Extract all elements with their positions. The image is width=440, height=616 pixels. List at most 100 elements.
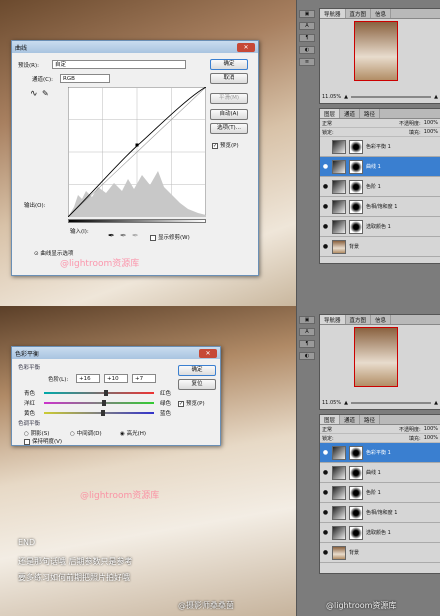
eye-icon[interactable]: ● bbox=[322, 203, 329, 210]
layer-mask-thumbnail[interactable] bbox=[349, 505, 363, 520]
layer-mask-thumbnail[interactable] bbox=[349, 179, 363, 194]
eye-icon[interactable]: ● bbox=[322, 489, 329, 496]
slider-cyan-red[interactable] bbox=[44, 390, 154, 396]
layer-row[interactable]: ● 色彩平衡 1 bbox=[320, 443, 440, 463]
pencil-icon[interactable]: ✎ bbox=[42, 89, 49, 98]
black-eyedropper-icon[interactable]: ✒ bbox=[108, 231, 115, 240]
tab-histogram[interactable]: 直方图 bbox=[345, 9, 372, 18]
zoom-slider[interactable] bbox=[350, 402, 432, 404]
layer-row[interactable]: ● 选取颜色 1 bbox=[320, 217, 440, 237]
layer-mask-thumbnail[interactable] bbox=[349, 139, 363, 154]
level-magenta-green[interactable]: +10 bbox=[104, 374, 128, 383]
opacity-value[interactable]: 100% bbox=[424, 120, 438, 126]
midtones-radio[interactable]: ○ 中间调(D) bbox=[70, 429, 102, 437]
tab-channels[interactable]: 通道 bbox=[340, 415, 361, 424]
layer-mask-thumbnail[interactable] bbox=[349, 525, 363, 540]
zoom-out-icon[interactable]: ▲ bbox=[344, 94, 348, 100]
layer-mask-thumbnail[interactable] bbox=[349, 445, 363, 460]
zoom-value[interactable]: 11.05% bbox=[322, 94, 341, 100]
panel-tool-4[interactable]: ◐ bbox=[299, 46, 315, 54]
auto-button[interactable]: 自动(A) bbox=[210, 109, 248, 120]
panel-tool-2[interactable]: A bbox=[299, 22, 315, 30]
panel-tool-3[interactable]: ¶ bbox=[299, 34, 315, 42]
eye-icon[interactable]: ● bbox=[322, 549, 329, 556]
slider-knob[interactable] bbox=[104, 390, 108, 396]
panel-tool-5[interactable]: ≡ bbox=[299, 58, 315, 66]
navigator-thumbnail[interactable] bbox=[354, 21, 398, 81]
preview-checkbox[interactable]: ✓ 预览(P) bbox=[178, 399, 205, 407]
curve-graph[interactable] bbox=[68, 87, 206, 217]
close-icon[interactable]: ✕ bbox=[237, 42, 255, 52]
blend-mode-select[interactable]: 正常 bbox=[322, 120, 332, 127]
tab-navigator[interactable]: 导航器 bbox=[320, 9, 346, 18]
layer-mask-thumbnail[interactable] bbox=[349, 465, 363, 480]
white-eyedropper-icon[interactable]: ✒ bbox=[132, 231, 139, 240]
tab-info[interactable]: 信息 bbox=[371, 9, 392, 18]
preview-checkbox[interactable]: ✓ 预览(P) bbox=[212, 141, 239, 149]
panel-tool-1[interactable]: ▣ bbox=[299, 316, 315, 324]
layer-row[interactable]: ● 曲线 1 bbox=[320, 463, 440, 483]
ok-button[interactable]: 确定 bbox=[210, 59, 248, 70]
slider-magenta-green[interactable] bbox=[44, 400, 154, 406]
layer-row[interactable]: ● 色阶 1 bbox=[320, 177, 440, 197]
layer-row[interactable]: ● 色相/饱和度 1 bbox=[320, 197, 440, 217]
layer-row[interactable]: ● 色阶 1 bbox=[320, 483, 440, 503]
eye-icon[interactable]: ● bbox=[322, 469, 329, 476]
slider-yellow-blue[interactable] bbox=[44, 410, 154, 416]
preset-select[interactable]: 自定 bbox=[52, 60, 186, 69]
eye-icon[interactable]: ● bbox=[322, 529, 329, 536]
level-cyan-red[interactable]: +16 bbox=[76, 374, 100, 383]
tab-paths[interactable]: 路径 bbox=[360, 109, 381, 118]
tab-paths[interactable]: 路径 bbox=[360, 415, 381, 424]
opacity-value[interactable]: 100% bbox=[424, 426, 438, 432]
eye-icon[interactable] bbox=[322, 143, 329, 150]
zoom-out-icon[interactable]: ▲ bbox=[344, 400, 348, 406]
layer-row[interactable]: ● 选取颜色 1 bbox=[320, 523, 440, 543]
eye-icon[interactable]: ● bbox=[322, 223, 329, 230]
layer-mask-thumbnail[interactable] bbox=[349, 199, 363, 214]
preserve-luminosity-checkbox[interactable]: 保持明度(V) bbox=[24, 437, 62, 445]
options-button[interactable]: 选项(T)... bbox=[210, 123, 248, 134]
tab-info[interactable]: 信息 bbox=[371, 315, 392, 324]
panel-tool-2[interactable]: A bbox=[299, 328, 315, 336]
zoom-slider[interactable] bbox=[350, 96, 432, 98]
layer-mask-thumbnail[interactable] bbox=[349, 485, 363, 500]
eye-icon[interactable]: ● bbox=[322, 243, 329, 250]
shadows-radio[interactable]: ○ 阴影(S) bbox=[24, 429, 49, 437]
tab-channels[interactable]: 通道 bbox=[340, 109, 361, 118]
layer-row[interactable]: ● 曲线 1 bbox=[320, 157, 440, 177]
reset-button[interactable]: 复位 bbox=[178, 379, 216, 390]
panel-tool-3[interactable]: ¶ bbox=[299, 340, 315, 348]
channel-select[interactable]: RGB bbox=[60, 74, 110, 83]
layer-row[interactable]: ● 色相/饱和度 1 bbox=[320, 503, 440, 523]
show-clipping-checkbox[interactable]: 显示修剪(W) bbox=[150, 233, 190, 241]
level-yellow-blue[interactable]: +7 bbox=[132, 374, 156, 383]
layer-row[interactable]: ● 背景 bbox=[320, 237, 440, 257]
eye-icon[interactable]: ● bbox=[322, 163, 329, 170]
fill-value[interactable]: 100% bbox=[424, 129, 438, 135]
cancel-button[interactable]: 取消 bbox=[210, 73, 248, 84]
eye-icon[interactable]: ● bbox=[322, 183, 329, 190]
panel-tool-1[interactable]: ▣ bbox=[299, 10, 315, 18]
layer-mask-thumbnail[interactable] bbox=[349, 219, 363, 234]
eye-icon[interactable]: ● bbox=[322, 509, 329, 516]
slider-knob[interactable] bbox=[102, 400, 106, 406]
tab-histogram[interactable]: 直方图 bbox=[345, 315, 372, 324]
tab-layers[interactable]: 图层 bbox=[320, 415, 341, 424]
curve-mode-icon[interactable]: ∿ bbox=[30, 89, 38, 99]
layer-mask-thumbnail[interactable] bbox=[349, 159, 363, 174]
smooth-button[interactable]: 平滑(M) bbox=[210, 93, 248, 104]
tab-layers[interactable]: 图层 bbox=[320, 109, 341, 118]
layer-row[interactable]: 色彩平衡 1 bbox=[320, 137, 440, 157]
blend-mode-select[interactable]: 正常 bbox=[322, 426, 332, 433]
zoom-in-icon[interactable]: ▲ bbox=[434, 94, 438, 100]
close-icon[interactable]: ✕ bbox=[199, 348, 217, 358]
zoom-in-icon[interactable]: ▲ bbox=[434, 400, 438, 406]
eye-icon[interactable]: ● bbox=[322, 449, 329, 456]
panel-tool-4[interactable]: ◐ bbox=[299, 352, 315, 360]
tab-navigator[interactable]: 导航器 bbox=[320, 315, 346, 324]
gray-eyedropper-icon[interactable]: ✒ bbox=[120, 231, 127, 240]
slider-knob[interactable] bbox=[101, 410, 105, 416]
zoom-value[interactable]: 11.05% bbox=[322, 400, 341, 406]
ok-button[interactable]: 确定 bbox=[178, 365, 216, 376]
